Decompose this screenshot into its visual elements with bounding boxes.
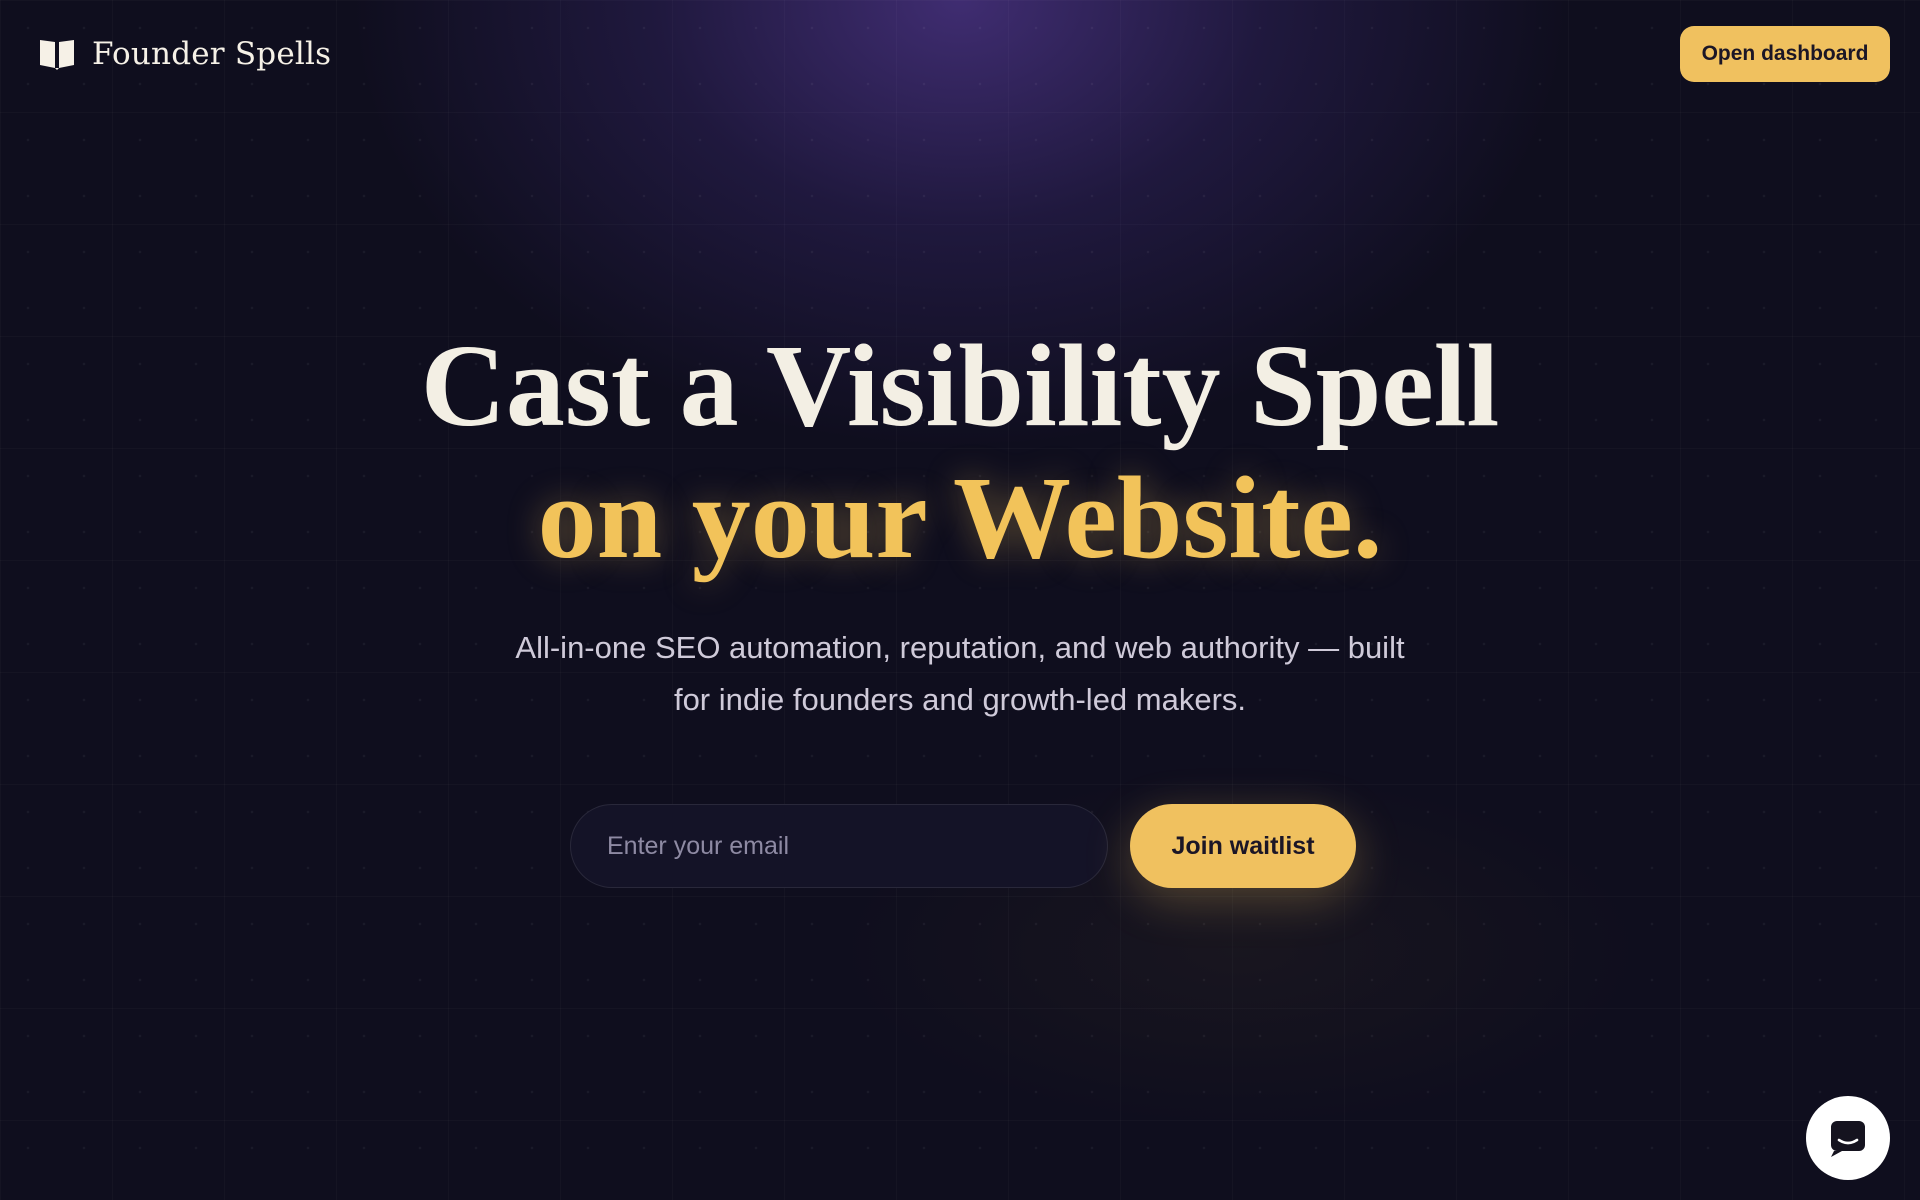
join-waitlist-button[interactable]: Join waitlist [1130, 804, 1356, 888]
email-input[interactable] [570, 804, 1108, 888]
brand-name: Founder Spells [92, 36, 332, 72]
brand-logo-link[interactable]: Founder Spells [38, 36, 331, 72]
headline-line-2: on your Website. [537, 452, 1383, 583]
subheadline-line-2: for indie founders and growth-led makers… [673, 682, 1247, 717]
subheadline-line-1: All-in-one SEO automation, reputation, a… [515, 630, 1405, 665]
open-dashboard-button[interactable]: Open dashboard [1680, 26, 1890, 82]
hero-headline: Cast a Visibility Spell on your Website. [0, 320, 1920, 584]
open-book-icon [40, 40, 74, 70]
headline-line-1: Cast a Visibility Spell [420, 320, 1500, 451]
hero-section: Cast a Visibility Spell on your Website.… [0, 320, 1920, 726]
top-nav: Founder Spells Open dashboard [0, 0, 1920, 108]
chat-bubble-icon [1831, 1121, 1865, 1157]
waitlist-form: Join waitlist [570, 804, 1356, 888]
chat-launcher-button[interactable] [1806, 1096, 1890, 1180]
hero-subheadline: All-in-one SEO automation, reputation, a… [0, 622, 1920, 726]
